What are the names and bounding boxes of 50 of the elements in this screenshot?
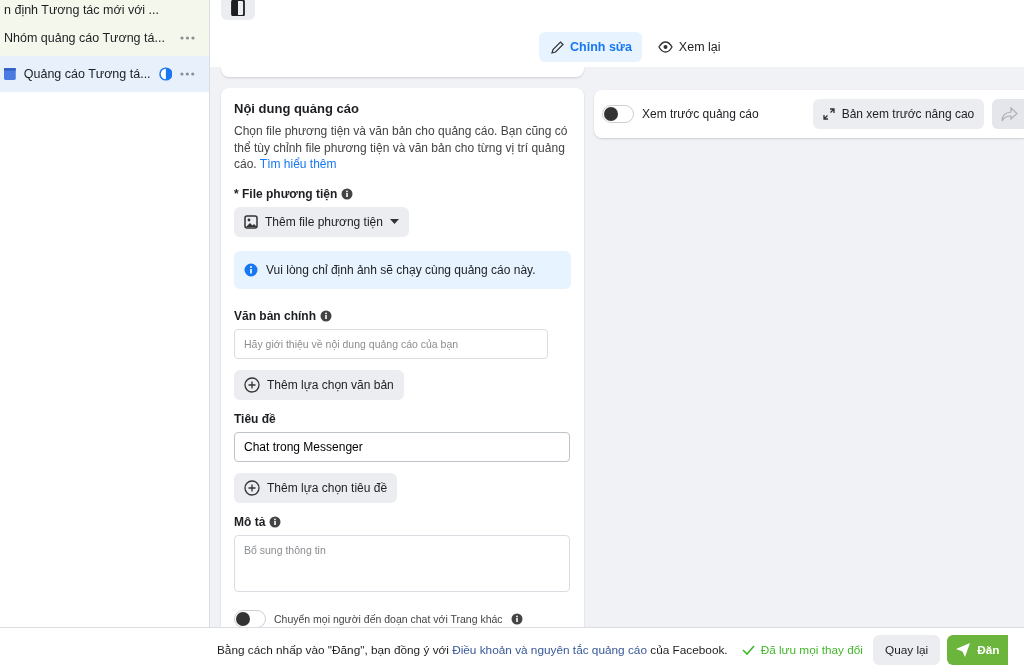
section-description: Chọn file phương tiện và văn bản cho quảng cáo. Bạn cũng có thể tùy chỉnh file phương tiện và văn bản cho từng vị trí quảng cáo. Tìm hiểu thêm: [234, 123, 569, 173]
caret-icon: [389, 219, 399, 224]
info-icon: [341, 187, 354, 200]
section-title: Nội dung quảng cáo: [234, 101, 360, 116]
sidebar-item[interactable]: Nhóm quảng cáo Tương tá...: [0, 20, 209, 56]
more-icon: [180, 72, 195, 76]
add-headline-option-button[interactable]: Thêm lựa chọn tiêu đề: [234, 472, 398, 503]
sidebar-item[interactable]: Quảng cáo Tương tá...: [0, 56, 209, 92]
mode-tab[interactable]: Xem lại: [647, 32, 731, 62]
item-label: Nhóm quảng cáo Tương tá...: [4, 31, 166, 45]
primary-text-field[interactable]: Hãy giới thiệu về nội dung quảng cáo của bạn: [234, 328, 548, 359]
add-text-option-button[interactable]: Thêm lựa chọn văn bản: [234, 369, 404, 400]
info-icon: [320, 309, 332, 322]
mode-tab[interactable]: Chỉnh sửa: [539, 32, 642, 62]
panel-icon: [231, 0, 245, 16]
toggle-switch[interactable]: [234, 609, 266, 627]
field-label: Tiêu đề: [234, 411, 276, 426]
item-label: n định Tương tác mới với ...: [4, 3, 160, 17]
field-label: * File phương tiện: [234, 186, 338, 201]
pencil-icon: [549, 39, 564, 55]
toggle-label: Chuyển mọi người đến đoạn chat với Trang khác: [274, 612, 503, 625]
plus-icon: [244, 479, 260, 496]
check-icon: [741, 643, 755, 656]
half-circle-icon: [158, 67, 173, 81]
description-field[interactable]: Bổ sung thông tin: [234, 534, 570, 592]
saved-status: Đã lưu mọi thay đổi: [760, 642, 863, 657]
info-icon: [269, 515, 282, 528]
toggle-label: Xem trước quảng cáo: [642, 107, 759, 121]
ad-icon: [4, 68, 16, 80]
terms-link[interactable]: Điều khoản và nguyên tắc quảng cáo: [452, 642, 647, 657]
consent-text: Bằng cách nhấp vào "Đăng", bạn đồng ý với Điều khoản và nguyên tắc quảng cáo của Facebook.: [217, 642, 728, 657]
field-label: Mô tả: [234, 514, 266, 529]
share-icon: [1001, 106, 1019, 122]
send-icon: [955, 641, 972, 658]
image-icon: [244, 214, 258, 229]
expand-icon: [822, 108, 835, 120]
learn-more-link[interactable]: Tìm hiểu thêm: [259, 157, 337, 171]
more-icon: [180, 36, 195, 40]
eye-icon: [657, 40, 673, 54]
toggle-switch[interactable]: [602, 105, 634, 123]
plus-icon: [244, 376, 260, 393]
info-notice: Vui lòng chỉ định ảnh sẽ chạy cùng quảng cáo này.: [234, 250, 571, 289]
add-media-button[interactable]: Thêm file phương tiện: [234, 206, 409, 237]
item-label: Quảng cáo Tương tá...: [23, 67, 151, 81]
back-button[interactable]: Quay lại: [872, 634, 941, 665]
headline-field[interactable]: Chat trong Messenger: [234, 431, 570, 462]
sidebar-item[interactable]: n định Tương tác mới với ...: [0, 0, 209, 20]
advanced-preview-button[interactable]: Bản xem trước nâng cao: [812, 99, 985, 129]
field-label: Văn bản chính: [234, 308, 316, 323]
info-icon: [244, 262, 258, 277]
